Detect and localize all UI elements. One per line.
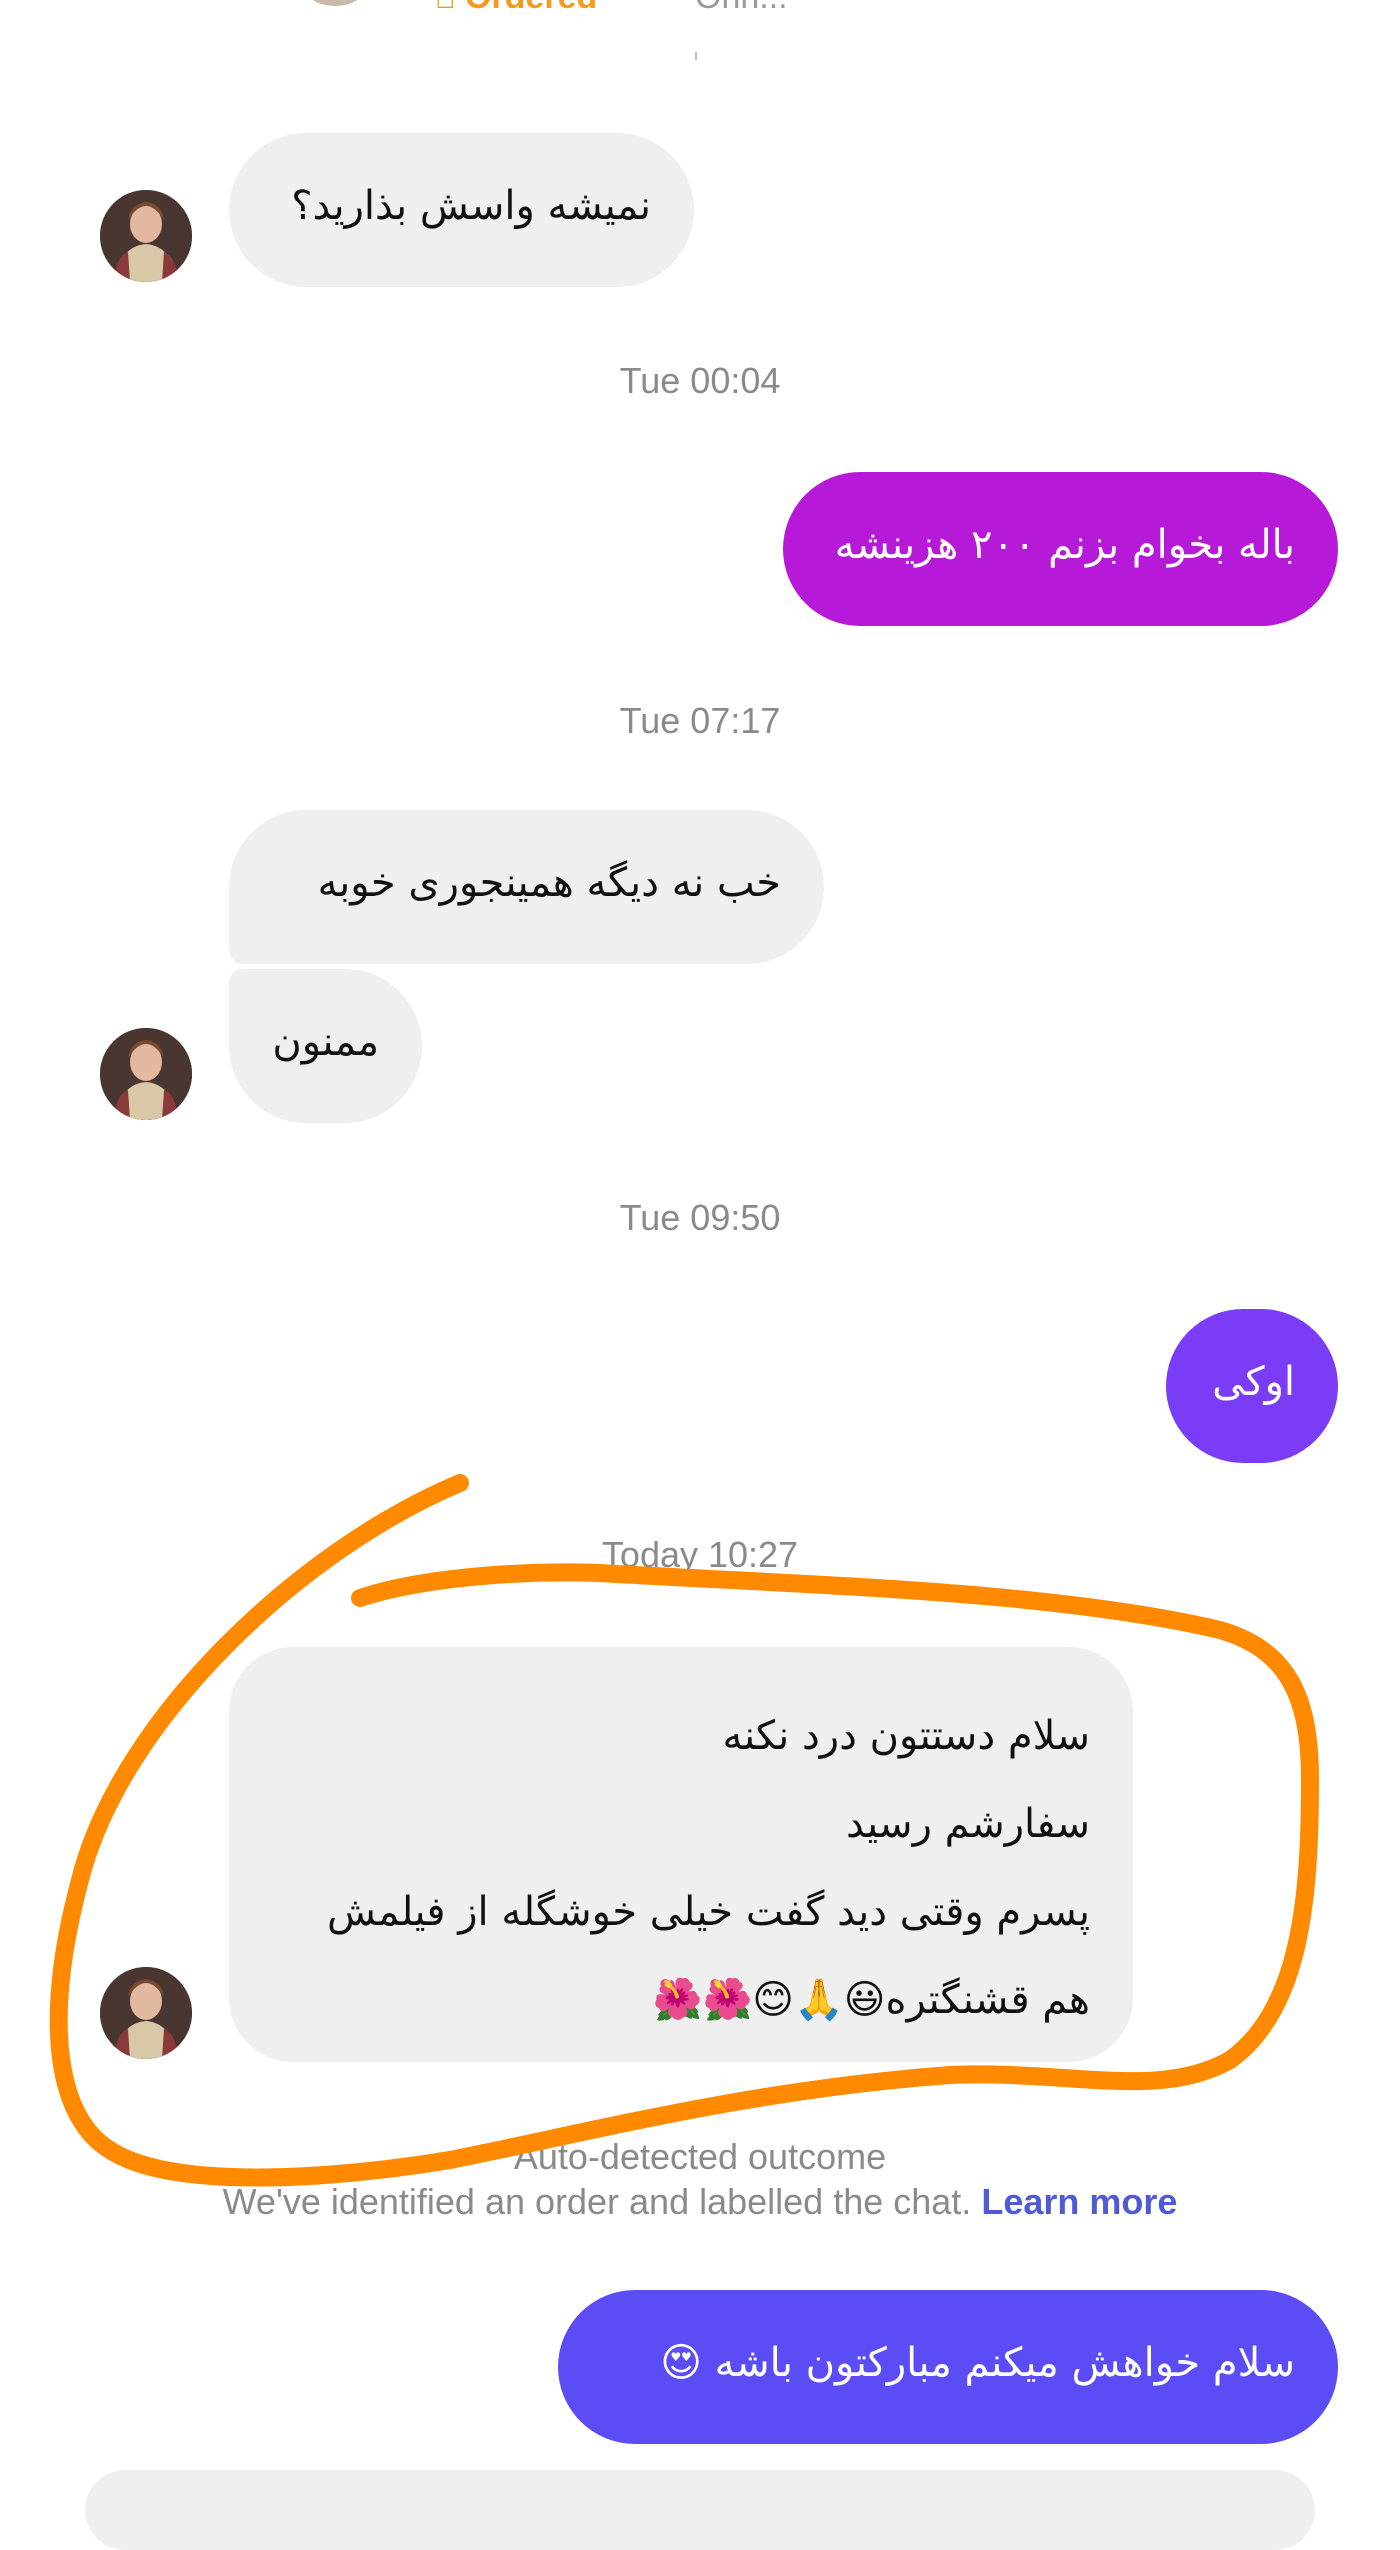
annotation-circle (49, 1474, 1319, 2187)
